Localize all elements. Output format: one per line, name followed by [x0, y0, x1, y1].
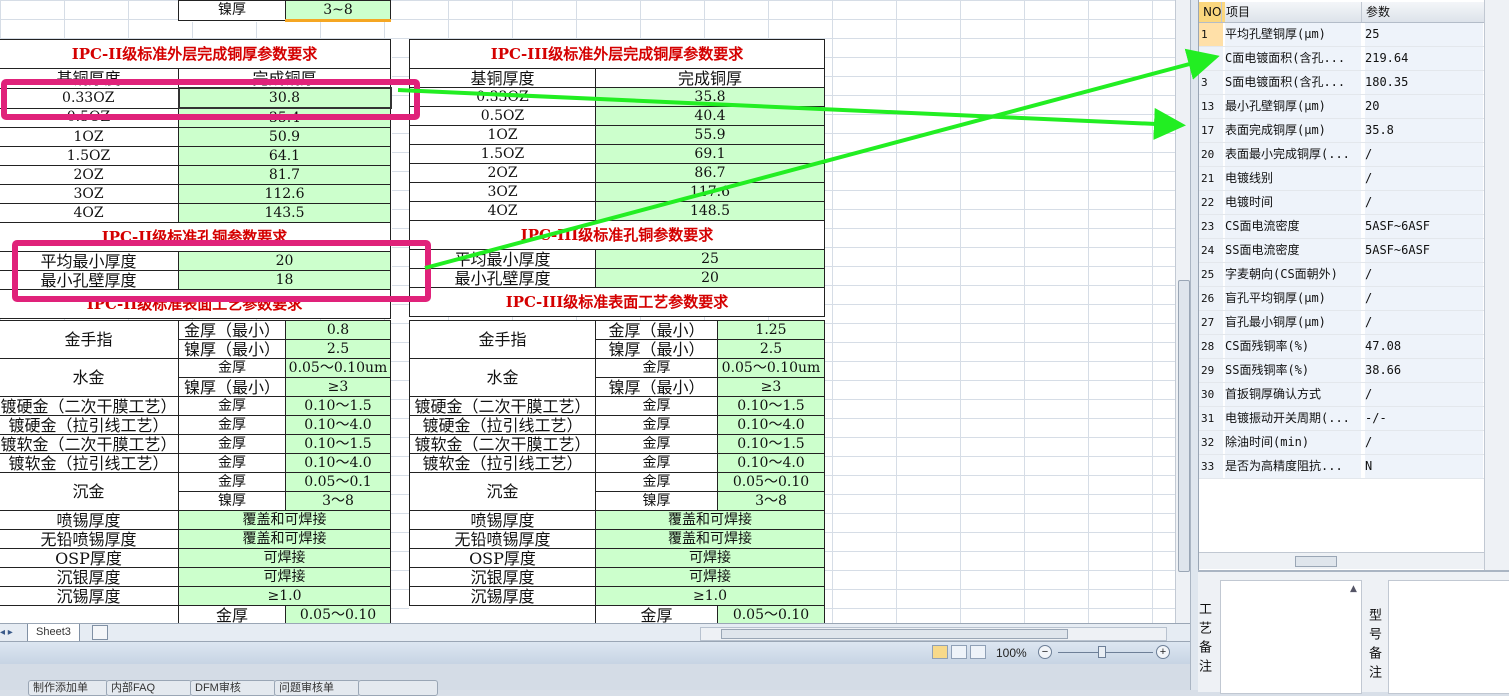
highlight-box-copper — [1, 79, 420, 120]
highlight-box-hole — [12, 240, 431, 302]
arrow-to-surface-copper — [397, 88, 1186, 140]
arrow-to-hole-copper — [424, 48, 1220, 270]
annotation-overlay — [1, 48, 1220, 302]
